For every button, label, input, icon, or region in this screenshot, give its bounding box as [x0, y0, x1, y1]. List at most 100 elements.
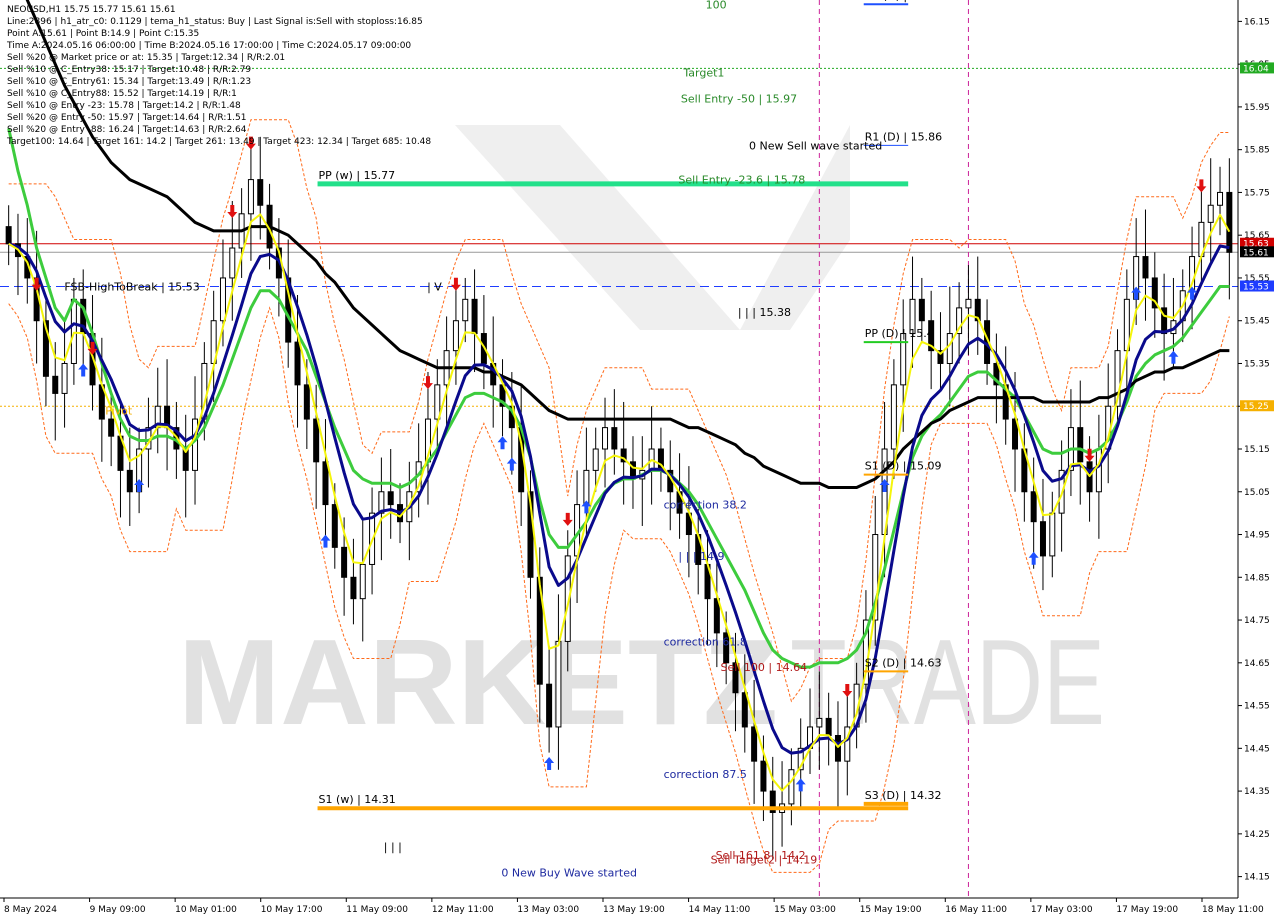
pivot-level-label: S3 (D) | 14.32: [865, 789, 942, 802]
y-tick-label: 15.95: [1244, 103, 1270, 113]
buy-arrow-icon: [497, 436, 508, 450]
chart-annotation: | | | 14.9: [678, 550, 724, 563]
chart-annotation: FSB-HighToBreak | 15.53: [64, 281, 199, 294]
candle-body: [303, 384, 310, 420]
x-tick-label: 18 May 11:00: [1202, 905, 1264, 915]
info-line: Sell %10 @ C_Entry88: 15.52 | Target:14.…: [7, 89, 237, 99]
x-tick-label: 9 May 09:00: [90, 905, 146, 915]
candle-body: [592, 448, 599, 471]
candle-body: [741, 692, 748, 728]
chart-annotation: Target1: [682, 67, 724, 80]
candle-body: [331, 504, 338, 548]
x-tick-label: 14 May 11:00: [689, 905, 751, 915]
candle-body: [965, 298, 972, 309]
candle-body: [583, 469, 590, 506]
candle-body: [52, 375, 59, 394]
buy-arrow-icon: [1168, 350, 1179, 364]
watermark-trade: TRADE: [790, 614, 1105, 750]
candle-body: [825, 717, 832, 737]
chart-annotation: | V: [427, 281, 442, 294]
candle-body: [359, 563, 366, 600]
candle-body: [918, 298, 925, 322]
y-tick-label: 14.85: [1244, 573, 1270, 583]
y-tick-label: 14.35: [1244, 787, 1270, 797]
y-tick-label: 15.45: [1244, 317, 1270, 327]
y-tick-label: 15.15: [1244, 445, 1270, 455]
candle-body: [890, 384, 897, 450]
info-panel: NEOUSD,H1 15.75 15.77 15.61 15.61 Line:28…: [7, 4, 431, 148]
x-tick-label: 10 May 17:00: [261, 905, 323, 915]
x-tick-label: 13 May 19:00: [603, 905, 665, 915]
chart-annotation: | | | 15.38: [738, 306, 791, 319]
candle-body: [1049, 512, 1056, 557]
chart-annotation: Pivot: [105, 405, 133, 418]
candle-body: [387, 491, 394, 506]
sell-arrow-icon: [562, 512, 573, 526]
pivot-level-label: PP (D) | 15.4: [865, 327, 934, 340]
info-line: Sell %20 @ Entry -50: 15.97 | Target:14.…: [7, 113, 247, 123]
candle-body: [294, 341, 301, 386]
info-line: Sell %10 @ C_Entry38: 15.17 | Target:10.…: [7, 65, 252, 75]
candle-body: [247, 179, 254, 215]
candle-body: [61, 362, 68, 394]
candle-body: [1226, 191, 1233, 253]
info-line: NEOUSD,H1 15.75 15.77 15.61 15.61: [7, 5, 176, 15]
candle-body: [555, 640, 562, 728]
sell-arrow-icon: [227, 205, 238, 219]
candle-body: [108, 418, 115, 437]
y-tick-label: 14.25: [1244, 830, 1270, 840]
info-line: Sell %20 @ Market price or at: 15.35 | T…: [7, 53, 286, 63]
candle-body: [192, 418, 199, 471]
candle-body: [788, 769, 795, 805]
candle-body: [1217, 191, 1224, 206]
chart-annotation: Sell Entry -23.6 | 15.78: [678, 174, 805, 187]
y-tick-label: 14.95: [1244, 531, 1270, 541]
buy-arrow-icon: [1028, 551, 1039, 565]
candle-body: [1030, 491, 1037, 523]
candle-body: [834, 735, 841, 762]
candle-body: [462, 298, 469, 322]
info-line: Time A:2024.05.16 06:00:00 | Time B:2024…: [7, 41, 412, 51]
candle-body: [70, 298, 77, 364]
y-tick-label: 14.75: [1244, 616, 1270, 626]
y-tick-label: 15.05: [1244, 488, 1270, 498]
candle-body: [946, 333, 953, 364]
chart-annotation: Sell 100 | 14.64: [721, 661, 808, 674]
x-tick-label: 15 May 19:00: [860, 905, 922, 915]
y-tick-label: 14.45: [1244, 744, 1270, 754]
info-line: Line:2896 | h1_atr_c0: 0.1129 | tema_h1_…: [7, 17, 423, 27]
chart-annotation: | | |: [384, 841, 402, 854]
price-tag-label: 15.61: [1243, 248, 1269, 258]
y-tick-label: 16.15: [1244, 17, 1270, 27]
pivot-level-label: R2 (D) | 16.17: [865, 0, 942, 2]
y-tick-label: 14.15: [1244, 873, 1270, 883]
y-tick-label: 15.75: [1244, 188, 1270, 198]
info-line: Target100: 14.64 | Target 161: 14.2 | Ta…: [7, 137, 432, 147]
candle-body: [341, 546, 348, 578]
chart-annotation: Sell Target2 | 14.19: [711, 854, 818, 867]
chart-annotation: Sell Entry -50 | 15.97: [681, 92, 797, 105]
candle-body: [126, 469, 133, 493]
chart-annotation: 100: [706, 0, 727, 11]
chart-annotation: 0 New Buy Wave started: [501, 866, 637, 879]
candle-body: [452, 320, 459, 352]
info-line: Sell %20 @ Entry -88: 16.24 | Target:14.…: [7, 125, 247, 135]
pivot-level-label: S1 (D) | 15.09: [865, 460, 942, 473]
candle-body: [350, 576, 357, 600]
chart-annotation: correction 61.8: [664, 635, 747, 648]
watermark-logo-shape-2: [740, 125, 850, 330]
candle-body: [257, 179, 264, 206]
sell-arrow-icon: [1196, 179, 1207, 193]
chart-annotation: correction 38.2: [664, 499, 747, 512]
x-tick-label: 10 May 01:00: [175, 905, 237, 915]
candle-body: [322, 461, 329, 506]
pivot-level-label: PP (w) | 15.77: [319, 169, 396, 182]
time-axis: 8 May 2024 9 May 09:00 10 May 01:00 10 May …: [0, 897, 1264, 915]
candle-body: [1039, 521, 1046, 557]
candle-body: [546, 683, 553, 728]
y-tick-label: 14.55: [1244, 702, 1270, 712]
y-tick-label: 15.85: [1244, 146, 1270, 156]
candle-body: [1142, 256, 1149, 279]
candle-body: [434, 384, 441, 420]
buy-arrow-icon: [506, 457, 517, 471]
